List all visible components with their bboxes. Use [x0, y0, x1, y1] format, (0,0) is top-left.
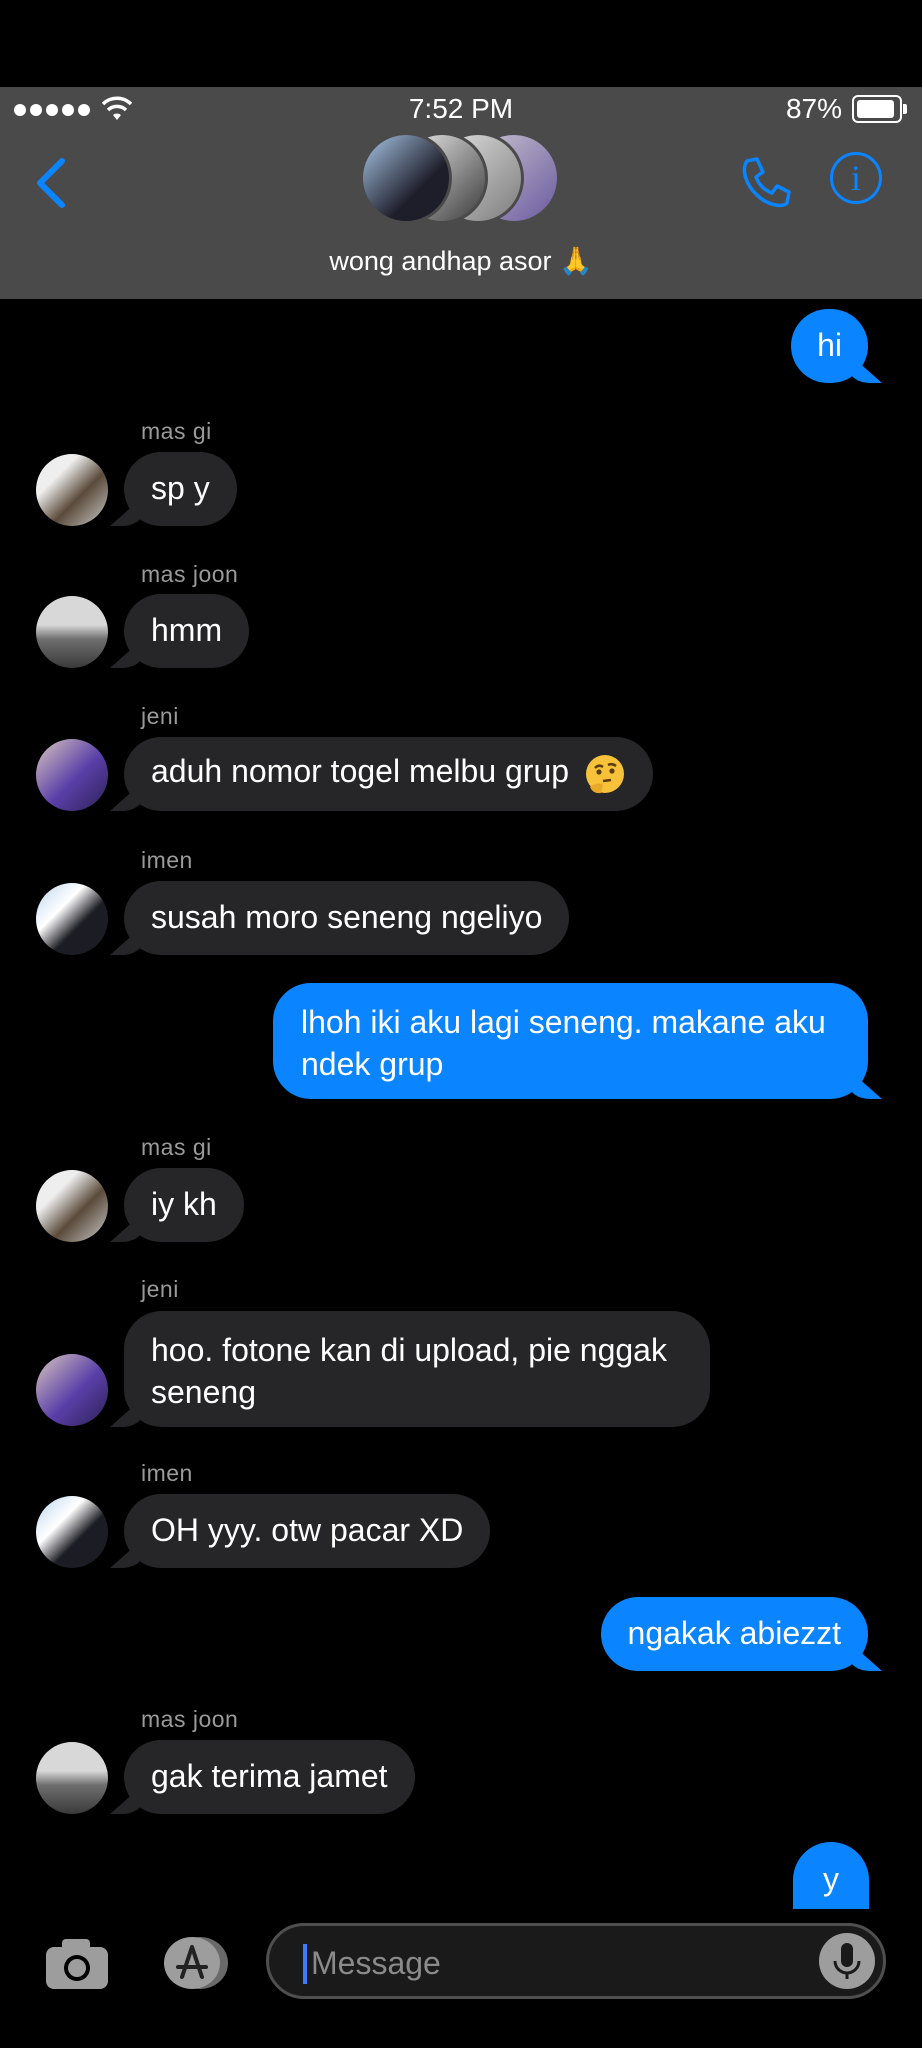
incoming-message[interactable]: hoo. fotone kan di upload, pie nggak sen… [124, 1311, 710, 1427]
sender-name: mas gi [141, 1134, 212, 1160]
avatar[interactable] [36, 1742, 108, 1814]
outgoing-message[interactable]: ngakak abiezzt [600, 1597, 868, 1671]
incoming-message[interactable]: aduh nomor togel melbu grup [124, 737, 653, 811]
sender-name: imen [141, 1460, 193, 1486]
microphone-icon[interactable] [819, 1933, 875, 1989]
status-bar: 7:52 PM 87% [0, 87, 922, 131]
avatar[interactable] [36, 739, 108, 811]
avatar[interactable] [36, 1170, 108, 1242]
app-store-icon[interactable] [154, 1935, 234, 1991]
composer-bar [0, 1909, 922, 2048]
camera-icon[interactable] [44, 1935, 110, 1991]
chevron-left-icon[interactable] [32, 157, 68, 209]
phone-icon[interactable] [737, 155, 793, 211]
message-input[interactable] [309, 1936, 773, 1990]
sender-name: jeni [141, 1276, 179, 1302]
incoming-message[interactable]: gak terima jamet [124, 1740, 415, 1814]
incoming-message[interactable]: hmm [124, 594, 250, 668]
group-name[interactable]: wong andhap asor 🙏 [0, 245, 922, 277]
incoming-message[interactable]: sp y [124, 452, 237, 526]
status-time: 7:52 PM [408, 93, 514, 124]
sender-name: mas gi [141, 418, 212, 444]
incoming-message[interactable]: OH yyy. otw pacar XD [124, 1494, 491, 1568]
avatar[interactable] [36, 596, 108, 668]
incoming-message[interactable]: iy kh [124, 1168, 244, 1242]
incoming-message[interactable]: susah moro seneng ngeliyo [124, 881, 570, 955]
sender-name: imen [141, 847, 193, 873]
outgoing-message[interactable]: hi [791, 309, 868, 383]
sender-name: mas joon [141, 1706, 239, 1732]
info-icon[interactable]: i [830, 152, 882, 204]
sender-name: jeni [141, 703, 179, 729]
avatar[interactable] [36, 1354, 108, 1426]
group-avatars[interactable] [360, 132, 560, 228]
text-caret [303, 1944, 307, 1984]
avatar[interactable] [36, 1496, 108, 1568]
group-avatar [360, 132, 452, 224]
outgoing-message[interactable]: y [793, 1842, 869, 1918]
message-field[interactable] [266, 1923, 886, 1999]
avatar[interactable] [36, 883, 108, 955]
sender-name: mas joon [141, 561, 239, 587]
outgoing-message[interactable]: lhoh iki aku lagi seneng. makane aku nde… [273, 983, 868, 1099]
battery-icon [852, 95, 907, 123]
conversation-header: 7:52 PM 87% wong andhap asor 🙏 i [0, 87, 922, 299]
thinking-face-emoji [585, 754, 624, 793]
avatar[interactable] [36, 454, 108, 526]
battery-percentage: 87% [785, 93, 842, 124]
message-list[interactable]: hi mas gi sp y mas joon hmm jeni aduh no… [0, 299, 922, 1918]
